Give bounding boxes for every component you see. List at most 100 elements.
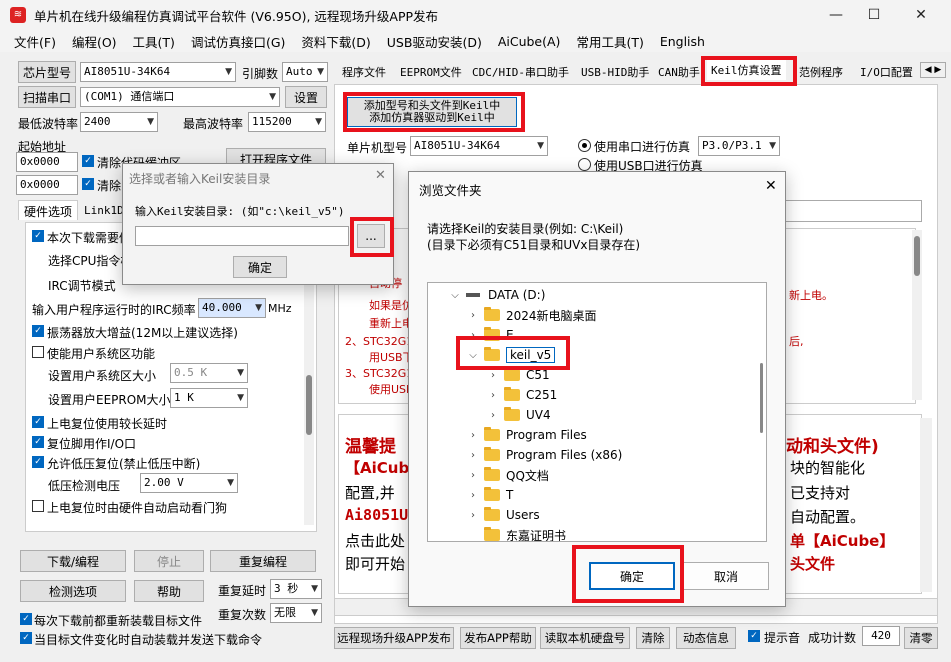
max-baud-label: 最高波特率 [183, 117, 244, 131]
sys-size-select[interactable]: 0.5 K ▼ [170, 363, 248, 383]
wdt-checkbox[interactable] [32, 500, 44, 512]
eeprom-size-select[interactable]: 1 K ▼ [170, 388, 248, 408]
tab-cdc-serial[interactable]: CDC/HID-串口助手 [468, 62, 573, 82]
menu-tools[interactable]: 工具(T) [133, 32, 175, 51]
dynamic-info-button[interactable]: 动态信息 [676, 627, 736, 649]
beep-checkbox[interactable]: ✓ [748, 630, 760, 642]
modify-options-checkbox[interactable]: ✓ [32, 230, 44, 242]
check-options-button[interactable]: 检测选项 [20, 580, 126, 602]
chevron-right-icon[interactable]: › [466, 450, 480, 461]
tab-usb-hid[interactable]: USB-HID助手 [577, 62, 653, 82]
read-disk-id-button[interactable]: 读取本机硬盘号 [540, 627, 630, 649]
port-select[interactable]: (COM1) 通信端口 ▼ [80, 87, 280, 107]
menu-debug[interactable]: 调试仿真接口(G) [191, 32, 285, 51]
low-voltage-reset-checkbox[interactable]: ✓ [32, 456, 44, 468]
osc-gain-checkbox[interactable]: ✓ [32, 325, 44, 337]
tab-scroll-arrows[interactable]: ◀ ▶ [920, 62, 946, 78]
low-voltage-level-select[interactable]: 2.00 V ▼ [140, 473, 238, 493]
menu-download[interactable]: 资料下载(D) [301, 32, 370, 51]
serial-sim-radio[interactable] [578, 139, 591, 152]
scan-port-button[interactable]: 扫描串口 [18, 86, 76, 108]
min-baud-select[interactable]: 2400 ▼ [80, 112, 158, 132]
keil-dialog-path-input[interactable] [135, 226, 349, 246]
serial-port-select[interactable]: P3.0/P3.1 ▼ [698, 136, 780, 156]
reset-count-button[interactable]: 清零 [904, 627, 938, 649]
repeat-delay-select[interactable]: 3 秒 ▼ [270, 579, 322, 599]
tab-can[interactable]: CAN助手 [654, 62, 704, 82]
tree-folder[interactable]: › QQ文档 [466, 465, 549, 485]
irc-freq-select[interactable]: 40.000 ▼ [198, 298, 266, 318]
tree-folder[interactable]: 东嘉证明书 [466, 525, 566, 541]
start-address-input[interactable]: 0x0000 [16, 152, 78, 172]
auto-send-checkbox[interactable]: ✓ [20, 632, 32, 644]
browse-dialog-desc1: 请选择Keil的安装目录(例如: C:\Keil) [427, 222, 624, 236]
reload-checkbox[interactable]: ✓ [20, 613, 32, 625]
wdt-label: 上电复位时由硬件自动启动看门狗 [47, 501, 228, 515]
chevron-right-icon[interactable]: › [486, 390, 500, 401]
chevron-right-icon[interactable]: › [486, 410, 500, 421]
pins-select[interactable]: Auto ▼ [282, 62, 328, 82]
port-settings-button[interactable]: 设置 [285, 86, 327, 108]
chevron-right-icon[interactable]: › [466, 470, 480, 481]
repeat-count-label: 重复次数 [218, 608, 267, 622]
help-button[interactable]: 帮助 [134, 580, 204, 602]
maximize-button[interactable]: ☐ [851, 0, 897, 30]
notes-scrollbar[interactable] [912, 230, 922, 400]
chevron-down-icon[interactable]: ⌵ [448, 290, 462, 301]
browse-cancel-button[interactable]: 取消 [683, 562, 769, 590]
tab-eeprom-file[interactable]: EEPROM文件 [396, 62, 466, 82]
chevron-right-icon[interactable]: › [466, 510, 480, 521]
reset-io-checkbox[interactable]: ✓ [32, 436, 44, 448]
reset-long-delay-checkbox[interactable]: ✓ [32, 416, 44, 428]
clear-code-checkbox[interactable]: ✓ [82, 155, 94, 167]
reset-long-delay-label: 上电复位使用较长延时 [47, 417, 168, 431]
keil-dialog-ok-button[interactable]: 确定 [233, 256, 287, 278]
chevron-right-icon[interactable]: › [466, 430, 480, 441]
chevron-right-icon[interactable]: › [486, 370, 500, 381]
menu-english[interactable]: English [660, 34, 705, 49]
tab-link1d[interactable]: Link1D [80, 202, 125, 220]
tree-drive-data[interactable]: ⌵ DATA (D:) [448, 285, 545, 305]
menu-aicube[interactable]: AiCube(A) [498, 34, 561, 49]
tree-folder[interactable]: › Program Files (x86) [466, 445, 622, 465]
tab-io-config[interactable]: I/O口配置 [856, 62, 917, 82]
tab-hardware-options[interactable]: 硬件选项 [18, 200, 78, 220]
eeprom-address-input[interactable]: 0x0000 [16, 175, 78, 195]
sys-area-checkbox[interactable] [32, 346, 44, 358]
menu-file[interactable]: 文件(F) [14, 32, 56, 51]
tips-scrollbar[interactable] [920, 418, 932, 592]
publish-help-button[interactable]: 发布APP帮助 [460, 627, 536, 649]
folder-tree[interactable]: ⌵ DATA (D:) › 2024新电脑桌面 › E ⌵ keil_v5 › C51 ›… [427, 282, 767, 542]
tree-scrollbar[interactable] [760, 363, 763, 433]
tree-folder[interactable]: › T [466, 485, 513, 505]
menu-common-tools[interactable]: 常用工具(T) [576, 32, 643, 51]
chevron-right-icon[interactable]: › [466, 490, 480, 501]
tree-folder[interactable]: › C251 [486, 385, 557, 405]
tree-folder[interactable]: › 2024新电脑桌面 [466, 305, 597, 325]
repeat-count-select[interactable]: 无限 ▼ [270, 603, 322, 623]
close-button[interactable]: ✕ [898, 0, 944, 30]
max-baud-select[interactable]: 115200 ▼ [248, 112, 326, 132]
download-button[interactable]: 下载/编程 [20, 550, 126, 572]
clear-button[interactable]: 清除 [636, 627, 670, 649]
tree-folder[interactable]: › Users [466, 505, 540, 525]
repeat-program-button[interactable]: 重复编程 [210, 550, 316, 572]
menu-program[interactable]: 编程(O) [72, 32, 117, 51]
tree-folder[interactable]: › Program Files [466, 425, 587, 445]
publish-app-button[interactable]: 远程现场升级APP发布 [334, 627, 454, 649]
chip-model-select[interactable]: AI8051U-34K64 ▼ [80, 62, 236, 82]
chevron-right-icon[interactable]: › [466, 310, 480, 321]
clear-eeprom-checkbox[interactable]: ✓ [82, 178, 94, 190]
tab-program-file[interactable]: 程序文件 [338, 62, 390, 82]
tips-line-right: 头文件 [790, 555, 836, 573]
keil-dialog-close-icon[interactable]: ✕ [375, 168, 386, 183]
stop-button[interactable]: 停止 [134, 550, 204, 572]
tab-examples[interactable]: 范例程序 [795, 62, 847, 82]
menu-usb-driver[interactable]: USB驱动安装(D) [387, 32, 482, 51]
browse-dialog-close-icon[interactable]: ✕ [765, 178, 777, 194]
usb-sim-radio[interactable] [578, 158, 591, 171]
note-line-right: 新上电。 [789, 289, 833, 302]
mcu-model-select[interactable]: AI8051U-34K64 ▼ [410, 136, 548, 156]
tree-folder[interactable]: › UV4 [486, 405, 551, 425]
chip-model-button[interactable]: 芯片型号 [18, 61, 76, 83]
